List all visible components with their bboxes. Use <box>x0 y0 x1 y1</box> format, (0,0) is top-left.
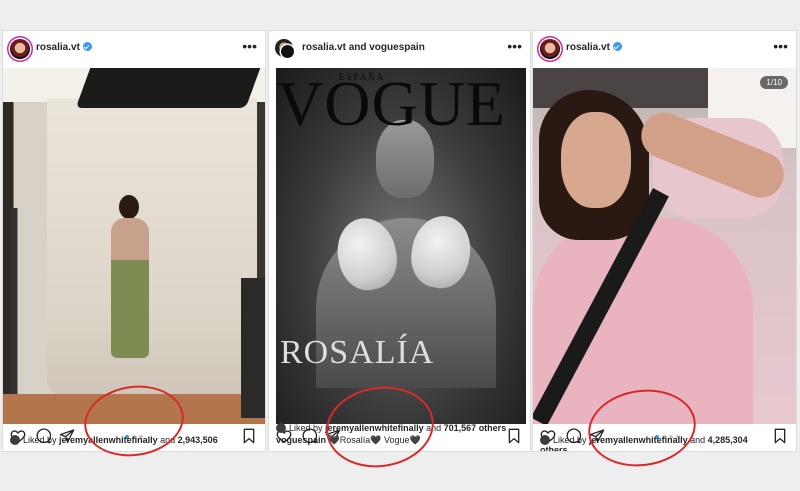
photo-subject-face <box>561 112 631 208</box>
post-header: rosalia.vt and voguespain ••• <box>269 31 530 67</box>
post-photo[interactable]: ROSALÍA VOGUE ESPAÑA <box>269 68 530 424</box>
save-icon[interactable] <box>241 428 257 444</box>
photo-subject-body <box>111 218 149 358</box>
post-header: rosalia.vt ••• <box>533 31 796 67</box>
cover-masthead: VOGUE <box>277 68 506 139</box>
liked-by-prefix: Liked by <box>289 423 323 433</box>
post-photo[interactable] <box>3 68 265 424</box>
cover-edition: ESPAÑA <box>339 72 386 82</box>
verified-badge-icon <box>612 42 622 51</box>
save-icon[interactable] <box>506 428 522 444</box>
post-photo[interactable]: 1/10 <box>533 68 796 424</box>
liked-by-and: and <box>160 435 176 445</box>
avatar[interactable] <box>10 39 30 59</box>
avatar[interactable] <box>540 39 560 59</box>
photo-subject-body <box>533 218 753 424</box>
more-options-icon[interactable]: ••• <box>242 38 257 54</box>
photo-backdrop <box>47 98 257 398</box>
liked-by-prefix: Liked by <box>553 435 587 445</box>
username[interactable]: rosalia.vt and voguespain <box>302 42 425 53</box>
liked-by-user[interactable]: jeremyallenwhitefinally <box>59 435 158 445</box>
username-text[interactable]: rosalia.vt <box>36 42 80 53</box>
caption: voguespain 🖤Rosalía🖤 Vogue🖤 <box>276 435 421 446</box>
liked-by-and: and <box>426 423 442 433</box>
post-header: rosalia.vt ••• <box>3 31 265 67</box>
liked-by-prefix: Liked by <box>23 435 57 445</box>
collab-avatar[interactable] <box>281 45 294 58</box>
liker-avatar[interactable] <box>540 435 550 445</box>
likes-line: Liked by jeremyallenwhitefinally and 4,2… <box>540 435 748 445</box>
instagram-post-1: rosalia.vt ••• Liked by jeremyallenwhite… <box>3 31 265 451</box>
save-icon[interactable] <box>772 428 788 444</box>
likes-line: Liked by jeremyallenwhitefinally and 701… <box>276 423 506 433</box>
username[interactable]: rosalia.vt <box>566 42 622 53</box>
liked-by-user[interactable]: jeremyallenwhitefinally <box>325 423 424 433</box>
liker-avatar[interactable] <box>10 435 20 445</box>
more-options-icon[interactable]: ••• <box>773 38 788 54</box>
photo-subject-head <box>119 195 139 219</box>
liked-by-user[interactable]: jeremyallenwhitefinally <box>589 435 688 445</box>
photo-floor <box>3 394 265 424</box>
photo-light-fixture <box>75 68 261 108</box>
photo-counter: 1/10 <box>760 76 788 89</box>
likes-suffix[interactable]: others <box>540 445 568 451</box>
more-options-icon[interactable]: ••• <box>507 38 522 54</box>
caption-user[interactable]: voguespain <box>276 435 326 445</box>
likes-line: Liked by jeremyallenwhitefinally and 2,9… <box>10 435 218 445</box>
username-text[interactable]: rosalia.vt <box>566 42 610 53</box>
likes-suffix-line: others <box>540 445 568 451</box>
photo-equipment <box>241 278 265 418</box>
liked-by-and: and <box>690 435 706 445</box>
caption-text: 🖤Rosalía🖤 Vogue🖤 <box>328 435 421 445</box>
likes-count[interactable]: 701,567 others <box>444 423 507 433</box>
instagram-post-2: rosalia.vt and voguespain ••• ROSALÍA VO… <box>269 31 530 451</box>
cover-name: ROSALÍA <box>280 334 435 371</box>
likes-count[interactable]: 4,285,304 <box>708 435 748 445</box>
instagram-post-3: rosalia.vt ••• 1/10 Liked by jeremyallen… <box>533 31 796 451</box>
photo-light-stand <box>11 208 33 418</box>
liker-avatar[interactable] <box>276 423 286 433</box>
username[interactable]: rosalia.vt <box>36 42 92 53</box>
verified-badge-icon <box>82 42 92 51</box>
likes-count[interactable]: 2,943,506 <box>178 435 218 445</box>
